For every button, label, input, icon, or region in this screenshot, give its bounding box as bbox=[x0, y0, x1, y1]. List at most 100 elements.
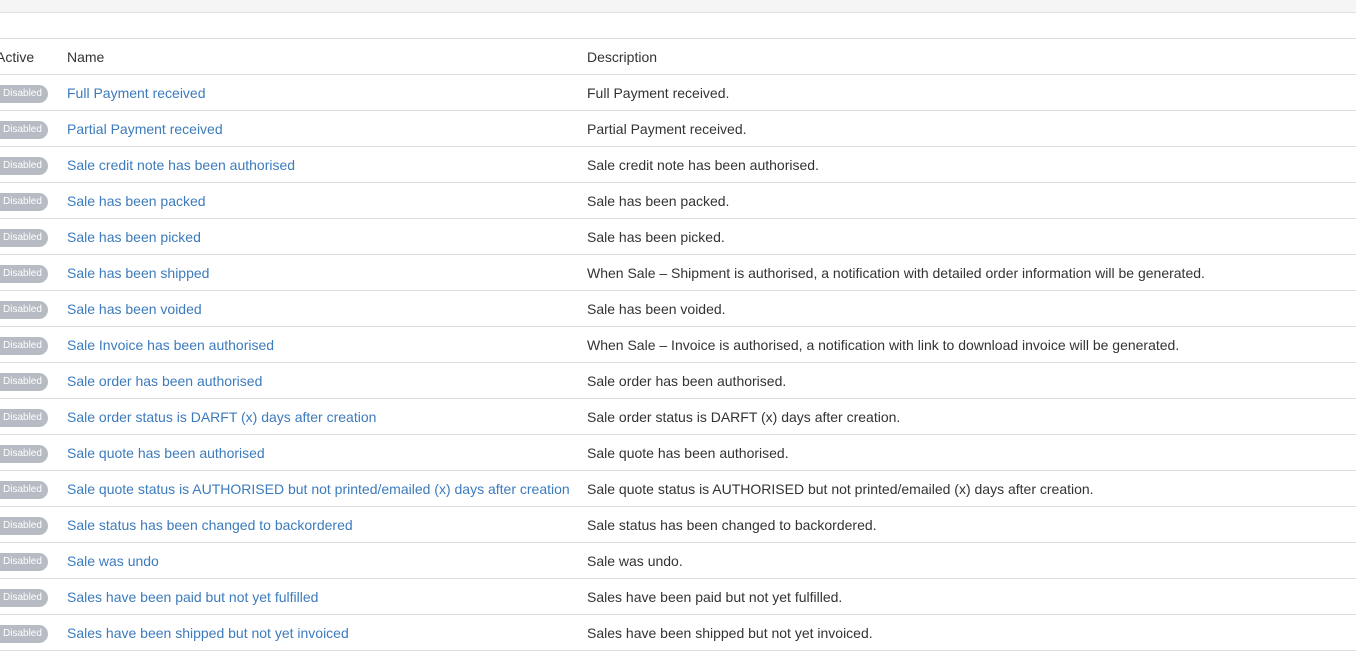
active-cell: Disabled bbox=[0, 254, 60, 291]
notification-name-link[interactable]: Sale Invoice has been authorised bbox=[67, 337, 274, 353]
table-row[interactable]: Disabled Sales have been shipped but not … bbox=[0, 614, 1356, 651]
name-cell: Sale has been voided bbox=[60, 290, 580, 327]
table-row[interactable]: Disabled Sale status has been changed to … bbox=[0, 506, 1356, 543]
notification-name-link[interactable]: Sale has been picked bbox=[67, 229, 201, 245]
active-cell: Disabled bbox=[0, 326, 60, 363]
active-cell: Disabled bbox=[0, 506, 60, 543]
status-badge[interactable]: Disabled bbox=[0, 336, 48, 355]
status-badge[interactable]: Disabled bbox=[0, 516, 48, 535]
table-row[interactable]: Disabled Sale Invoice has been authorised… bbox=[0, 326, 1356, 363]
status-badge[interactable]: Disabled bbox=[0, 372, 48, 391]
description-cell: When Sale – Shipment is authorised, a no… bbox=[580, 254, 1356, 291]
table-body: Disabled Full Payment received Full Paymen… bbox=[0, 74, 1356, 651]
notification-name-link[interactable]: Sale was undo bbox=[67, 553, 159, 569]
status-badge[interactable]: Disabled bbox=[0, 588, 48, 607]
notification-name-link[interactable]: Full Payment received bbox=[67, 85, 206, 101]
description-cell: When Sale – Invoice is authorised, a not… bbox=[580, 326, 1356, 363]
active-cell: Disabled bbox=[0, 146, 60, 183]
active-cell: Disabled bbox=[0, 542, 60, 579]
description-cell: Sales have been shipped but not yet invo… bbox=[580, 614, 1356, 651]
name-cell: Sale status has been changed to backorde… bbox=[60, 506, 580, 543]
notification-name-link[interactable]: Sale quote has been authorised bbox=[67, 445, 265, 461]
table-row[interactable]: Disabled Sale has been voided Sale has bee… bbox=[0, 290, 1356, 327]
active-cell: Disabled bbox=[0, 398, 60, 435]
status-badge[interactable]: Disabled bbox=[0, 156, 48, 175]
notification-name-link[interactable]: Sale order has been authorised bbox=[67, 373, 262, 389]
description-cell: Sale order status is DARFT (x) days afte… bbox=[580, 398, 1356, 435]
notification-name-link[interactable]: Sale has been shipped bbox=[67, 265, 209, 281]
status-badge[interactable]: Disabled bbox=[0, 300, 48, 319]
table-row[interactable]: Disabled Sale order status is DARFT (x) d… bbox=[0, 398, 1356, 435]
table-row[interactable]: Disabled Sale order has been authorised Sa… bbox=[0, 362, 1356, 399]
description-cell: Sale status has been changed to backorde… bbox=[580, 506, 1356, 543]
table-row[interactable]: Disabled Sale has been picked Sale has bee… bbox=[0, 218, 1356, 255]
active-cell: Disabled bbox=[0, 362, 60, 399]
status-badge[interactable]: Disabled bbox=[0, 192, 48, 211]
notification-name-link[interactable]: Sale has been voided bbox=[67, 301, 202, 317]
name-cell: Sale has been picked bbox=[60, 218, 580, 255]
description-cell: Partial Payment received. bbox=[580, 110, 1356, 147]
notification-name-link[interactable]: Sales have been shipped but not yet invo… bbox=[67, 625, 349, 641]
name-cell: Sales have been shipped but not yet invo… bbox=[60, 614, 580, 651]
status-badge[interactable]: Disabled bbox=[0, 408, 48, 427]
table-row[interactable]: Disabled Sale credit note has been author… bbox=[0, 146, 1356, 183]
table-row[interactable]: Disabled Full Payment received Full Paymen… bbox=[0, 74, 1356, 111]
status-badge[interactable]: Disabled bbox=[0, 84, 48, 103]
notification-name-link[interactable]: Sale credit note has been authorised bbox=[67, 157, 295, 173]
status-badge[interactable]: Disabled bbox=[0, 228, 48, 247]
table-header-row: Active Name Description bbox=[0, 38, 1356, 75]
active-cell: Disabled bbox=[0, 74, 60, 111]
name-cell: Sale has been packed bbox=[60, 182, 580, 219]
notification-name-link[interactable]: Sale quote status is AUTHORISED but not … bbox=[67, 481, 570, 497]
notifications-table: Active Name Description Disabled Full Pay… bbox=[0, 38, 1356, 651]
status-badge[interactable]: Disabled bbox=[0, 264, 48, 283]
notifications-table-container: Active Name Description Disabled Full Pay… bbox=[0, 38, 1356, 651]
name-cell: Sale credit note has been authorised bbox=[60, 146, 580, 183]
status-badge[interactable]: Disabled bbox=[0, 120, 48, 139]
column-header-description[interactable]: Description bbox=[580, 38, 1356, 75]
table-row[interactable]: Disabled Sale was undo Sale was undo. bbox=[0, 542, 1356, 579]
description-cell: Sale credit note has been authorised. bbox=[580, 146, 1356, 183]
active-cell: Disabled bbox=[0, 578, 60, 615]
description-cell: Sale quote status is AUTHORISED but not … bbox=[580, 470, 1356, 507]
table-row[interactable]: Disabled Sale has been shipped When Sale –… bbox=[0, 254, 1356, 291]
description-cell: Sale was undo. bbox=[580, 542, 1356, 579]
description-cell: Sale has been packed. bbox=[580, 182, 1356, 219]
column-header-name[interactable]: Name bbox=[60, 38, 580, 75]
active-cell: Disabled bbox=[0, 290, 60, 327]
notification-name-link[interactable]: Sales have been paid but not yet fulfill… bbox=[67, 589, 318, 605]
description-cell: Sale has been voided. bbox=[580, 290, 1356, 327]
status-badge[interactable]: Disabled bbox=[0, 444, 48, 463]
name-cell: Sale has been shipped bbox=[60, 254, 580, 291]
active-cell: Disabled bbox=[0, 614, 60, 651]
status-badge[interactable]: Disabled bbox=[0, 552, 48, 571]
description-cell: Sale order has been authorised. bbox=[580, 362, 1356, 399]
notification-name-link[interactable]: Sale has been packed bbox=[67, 193, 206, 209]
name-cell: Sale quote status is AUTHORISED but not … bbox=[60, 470, 580, 507]
notification-name-link[interactable]: Partial Payment received bbox=[67, 121, 223, 137]
name-cell: Sales have been paid but not yet fulfill… bbox=[60, 578, 580, 615]
table-row[interactable]: Disabled Sale quote status is AUTHORISED … bbox=[0, 470, 1356, 507]
notification-name-link[interactable]: Sale status has been changed to backorde… bbox=[67, 517, 353, 533]
description-cell: Sales have been paid but not yet fulfill… bbox=[580, 578, 1356, 615]
name-cell: Partial Payment received bbox=[60, 110, 580, 147]
top-bar bbox=[0, 0, 1356, 13]
status-badge[interactable]: Disabled bbox=[0, 480, 48, 499]
name-cell: Sale Invoice has been authorised bbox=[60, 326, 580, 363]
active-cell: Disabled bbox=[0, 218, 60, 255]
active-cell: Disabled bbox=[0, 182, 60, 219]
table-row[interactable]: Disabled Sale quote has been authorised Sa… bbox=[0, 434, 1356, 471]
table-row[interactable]: Disabled Sales have been paid but not yet… bbox=[0, 578, 1356, 615]
status-badge[interactable]: Disabled bbox=[0, 624, 48, 643]
table-row[interactable]: Disabled Sale has been packed Sale has bee… bbox=[0, 182, 1356, 219]
table-row[interactable]: Disabled Partial Payment received Partial … bbox=[0, 110, 1356, 147]
notification-name-link[interactable]: Sale order status is DARFT (x) days afte… bbox=[67, 409, 376, 425]
active-cell: Disabled bbox=[0, 434, 60, 471]
name-cell: Sale was undo bbox=[60, 542, 580, 579]
column-header-active[interactable]: Active bbox=[0, 38, 60, 75]
active-cell: Disabled bbox=[0, 110, 60, 147]
description-cell: Sale quote has been authorised. bbox=[580, 434, 1356, 471]
name-cell: Sale quote has been authorised bbox=[60, 434, 580, 471]
name-cell: Sale order has been authorised bbox=[60, 362, 580, 399]
description-cell: Full Payment received. bbox=[580, 74, 1356, 111]
